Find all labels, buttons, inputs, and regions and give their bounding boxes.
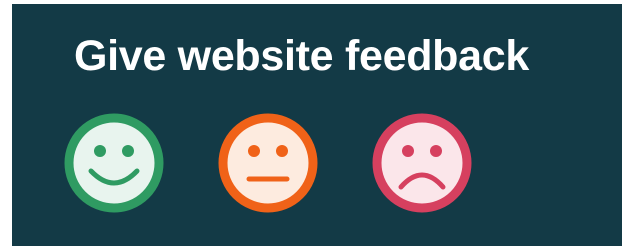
sad-face-button[interactable] [372,113,472,213]
feedback-panel: Give website feedback [12,4,622,246]
happy-face-icon [64,113,164,213]
neutral-face-icon [218,113,318,213]
sad-face-icon [372,113,472,213]
feedback-title: Give website feedback [74,32,529,80]
happy-face-button[interactable] [64,113,164,213]
neutral-face-button[interactable] [218,113,318,213]
